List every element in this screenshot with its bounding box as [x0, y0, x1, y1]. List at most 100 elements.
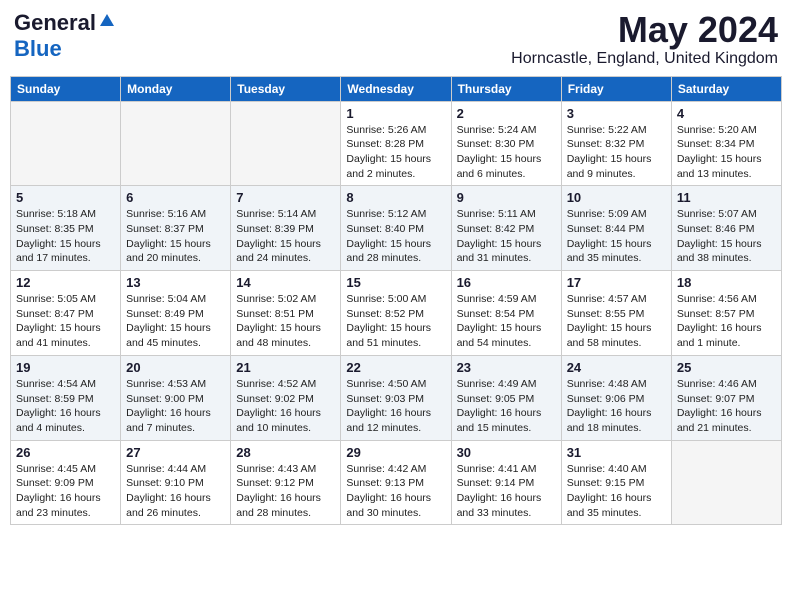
logo-triangle-icon: [99, 12, 115, 33]
day-number: 11: [677, 190, 776, 205]
calendar-cell: 30 Sunrise: 4:41 AMSunset: 9:14 PMDayligh…: [451, 440, 561, 525]
day-info: Sunrise: 5:07 AMSunset: 8:46 PMDaylight:…: [677, 207, 776, 266]
calendar-cell: [121, 101, 231, 186]
day-info: Sunrise: 4:54 AMSunset: 8:59 PMDaylight:…: [16, 377, 115, 436]
day-info: Sunrise: 5:02 AMSunset: 8:51 PMDaylight:…: [236, 292, 335, 351]
day-info: Sunrise: 4:42 AMSunset: 9:13 PMDaylight:…: [346, 462, 445, 521]
day-info: Sunrise: 5:22 AMSunset: 8:32 PMDaylight:…: [567, 123, 666, 182]
day-info: Sunrise: 4:41 AMSunset: 9:14 PMDaylight:…: [457, 462, 556, 521]
calendar-table: SundayMondayTuesdayWednesdayThursdayFrid…: [10, 76, 782, 526]
day-info: Sunrise: 5:12 AMSunset: 8:40 PMDaylight:…: [346, 207, 445, 266]
calendar-cell: 26 Sunrise: 4:45 AMSunset: 9:09 PMDayligh…: [11, 440, 121, 525]
day-info: Sunrise: 5:16 AMSunset: 8:37 PMDaylight:…: [126, 207, 225, 266]
day-header-sunday: Sunday: [11, 76, 121, 101]
logo-general: General: [14, 10, 96, 36]
day-number: 12: [16, 275, 115, 290]
calendar-cell: 23 Sunrise: 4:49 AMSunset: 9:05 PMDayligh…: [451, 355, 561, 440]
calendar-cell: 27Sunrise: 4:44 AMSunset: 9:10 PMDayligh…: [121, 440, 231, 525]
calendar-cell: [671, 440, 781, 525]
day-number: 6: [126, 190, 225, 205]
calendar-cell: 10 Sunrise: 5:09 AMSunset: 8:44 PMDayligh…: [561, 186, 671, 271]
day-info: Sunrise: 4:48 AMSunset: 9:06 PMDaylight:…: [567, 377, 666, 436]
day-info: Sunrise: 4:57 AMSunset: 8:55 PMDaylight:…: [567, 292, 666, 351]
calendar-week-row: 5 Sunrise: 5:18 AMSunset: 8:35 PMDaylight…: [11, 186, 782, 271]
day-number: 2: [457, 106, 556, 121]
calendar-cell: [231, 101, 341, 186]
page-header: General Blue May 2024 Horncastle, Englan…: [10, 10, 782, 68]
day-info: Sunrise: 4:50 AMSunset: 9:03 PMDaylight:…: [346, 377, 445, 436]
calendar-cell: 22 Sunrise: 4:50 AMSunset: 9:03 PMDayligh…: [341, 355, 451, 440]
day-info: Sunrise: 4:46 AMSunset: 9:07 PMDaylight:…: [677, 377, 776, 436]
day-number: 19: [16, 360, 115, 375]
day-info: Sunrise: 4:56 AMSunset: 8:57 PMDaylight:…: [677, 292, 776, 351]
calendar-cell: 24Sunrise: 4:48 AMSunset: 9:06 PMDayligh…: [561, 355, 671, 440]
calendar-cell: [11, 101, 121, 186]
day-info: Sunrise: 4:45 AMSunset: 9:09 PMDaylight:…: [16, 462, 115, 521]
day-number: 20: [126, 360, 225, 375]
day-number: 15: [346, 275, 445, 290]
calendar-cell: 18Sunrise: 4:56 AMSunset: 8:57 PMDayligh…: [671, 271, 781, 356]
day-info: Sunrise: 5:00 AMSunset: 8:52 PMDaylight:…: [346, 292, 445, 351]
calendar-week-row: 26 Sunrise: 4:45 AMSunset: 9:09 PMDayligh…: [11, 440, 782, 525]
calendar-cell: 12 Sunrise: 5:05 AMSunset: 8:47 PMDayligh…: [11, 271, 121, 356]
day-info: Sunrise: 4:49 AMSunset: 9:05 PMDaylight:…: [457, 377, 556, 436]
day-number: 3: [567, 106, 666, 121]
day-number: 9: [457, 190, 556, 205]
calendar-cell: 7 Sunrise: 5:14 AMSunset: 8:39 PMDaylight…: [231, 186, 341, 271]
day-header-friday: Friday: [561, 76, 671, 101]
day-info: Sunrise: 5:05 AMSunset: 8:47 PMDaylight:…: [16, 292, 115, 351]
calendar-cell: 2 Sunrise: 5:24 AMSunset: 8:30 PMDaylight…: [451, 101, 561, 186]
day-header-monday: Monday: [121, 76, 231, 101]
day-info: Sunrise: 4:52 AMSunset: 9:02 PMDaylight:…: [236, 377, 335, 436]
day-info: Sunrise: 4:43 AMSunset: 9:12 PMDaylight:…: [236, 462, 335, 521]
day-info: Sunrise: 5:20 AMSunset: 8:34 PMDaylight:…: [677, 123, 776, 182]
day-number: 8: [346, 190, 445, 205]
day-number: 23: [457, 360, 556, 375]
calendar-cell: 3 Sunrise: 5:22 AMSunset: 8:32 PMDaylight…: [561, 101, 671, 186]
day-number: 1: [346, 106, 445, 121]
calendar-cell: 25 Sunrise: 4:46 AMSunset: 9:07 PMDayligh…: [671, 355, 781, 440]
title-area: May 2024 Horncastle, England, United Kin…: [511, 10, 778, 68]
day-info: Sunrise: 5:18 AMSunset: 8:35 PMDaylight:…: [16, 207, 115, 266]
day-number: 14: [236, 275, 335, 290]
logo: General Blue: [14, 10, 115, 62]
day-number: 25: [677, 360, 776, 375]
calendar-cell: 21 Sunrise: 4:52 AMSunset: 9:02 PMDayligh…: [231, 355, 341, 440]
calendar-cell: 16 Sunrise: 4:59 AMSunset: 8:54 PMDayligh…: [451, 271, 561, 356]
day-info: Sunrise: 5:24 AMSunset: 8:30 PMDaylight:…: [457, 123, 556, 182]
calendar-cell: 31Sunrise: 4:40 AMSunset: 9:15 PMDayligh…: [561, 440, 671, 525]
day-number: 5: [16, 190, 115, 205]
calendar-header-row: SundayMondayTuesdayWednesdayThursdayFrid…: [11, 76, 782, 101]
day-number: 21: [236, 360, 335, 375]
day-number: 13: [126, 275, 225, 290]
day-number: 31: [567, 445, 666, 460]
day-info: Sunrise: 5:11 AMSunset: 8:42 PMDaylight:…: [457, 207, 556, 266]
day-number: 10: [567, 190, 666, 205]
day-info: Sunrise: 5:04 AMSunset: 8:49 PMDaylight:…: [126, 292, 225, 351]
calendar-week-row: 19 Sunrise: 4:54 AMSunset: 8:59 PMDayligh…: [11, 355, 782, 440]
day-number: 29: [346, 445, 445, 460]
day-number: 16: [457, 275, 556, 290]
calendar-week-row: 1Sunrise: 5:26 AMSunset: 8:28 PMDaylight…: [11, 101, 782, 186]
logo-blue: Blue: [14, 36, 62, 61]
calendar-cell: 11 Sunrise: 5:07 AMSunset: 8:46 PMDayligh…: [671, 186, 781, 271]
month-title: May 2024: [511, 10, 778, 50]
day-info: Sunrise: 5:14 AMSunset: 8:39 PMDaylight:…: [236, 207, 335, 266]
calendar-cell: 20 Sunrise: 4:53 AMSunset: 9:00 PMDayligh…: [121, 355, 231, 440]
location-title: Horncastle, England, United Kingdom: [511, 50, 778, 68]
day-info: Sunrise: 5:09 AMSunset: 8:44 PMDaylight:…: [567, 207, 666, 266]
day-number: 22: [346, 360, 445, 375]
day-info: Sunrise: 4:44 AMSunset: 9:10 PMDaylight:…: [126, 462, 225, 521]
calendar-cell: 9 Sunrise: 5:11 AMSunset: 8:42 PMDaylight…: [451, 186, 561, 271]
calendar-cell: 5 Sunrise: 5:18 AMSunset: 8:35 PMDaylight…: [11, 186, 121, 271]
day-number: 7: [236, 190, 335, 205]
calendar-cell: 29 Sunrise: 4:42 AMSunset: 9:13 PMDayligh…: [341, 440, 451, 525]
day-info: Sunrise: 4:53 AMSunset: 9:00 PMDaylight:…: [126, 377, 225, 436]
day-header-thursday: Thursday: [451, 76, 561, 101]
calendar-cell: 4Sunrise: 5:20 AMSunset: 8:34 PMDaylight…: [671, 101, 781, 186]
day-info: Sunrise: 4:59 AMSunset: 8:54 PMDaylight:…: [457, 292, 556, 351]
calendar-cell: 19 Sunrise: 4:54 AMSunset: 8:59 PMDayligh…: [11, 355, 121, 440]
calendar-cell: 13 Sunrise: 5:04 AMSunset: 8:49 PMDayligh…: [121, 271, 231, 356]
day-number: 30: [457, 445, 556, 460]
day-number: 26: [16, 445, 115, 460]
